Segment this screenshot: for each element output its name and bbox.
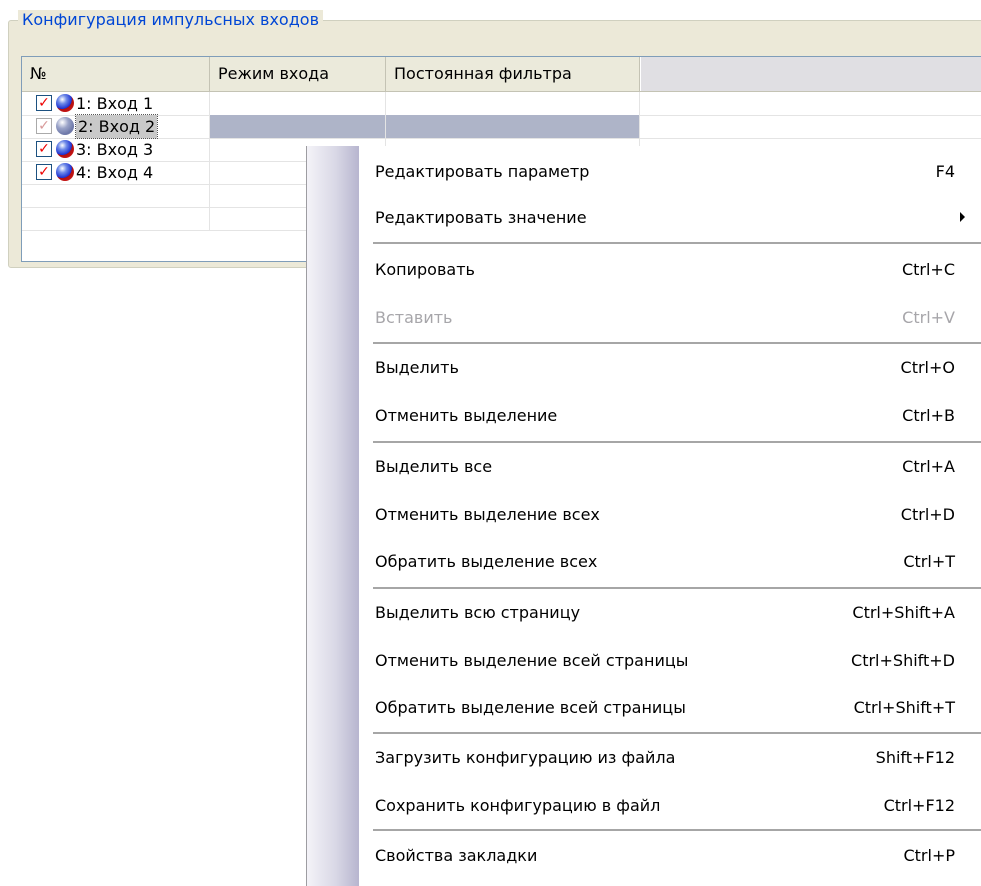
- input-status-ball-disabled-icon: [56, 117, 74, 135]
- row-label: 3: Вход 3: [76, 140, 154, 159]
- menu-item-shortcut: Ctrl+Shift+D: [851, 651, 955, 670]
- menu-item-label: Сохранить конфигурацию в файл: [375, 796, 661, 815]
- menu-item-label: Свойства закладки: [375, 846, 538, 865]
- submenu-arrow-icon: [960, 212, 965, 222]
- cell-mode[interactable]: [210, 92, 386, 115]
- menu-item-label: Обратить выделение всех: [375, 552, 598, 571]
- menu-item-edit-value[interactable]: Редактировать значение: [375, 194, 965, 242]
- menu-item-deselect[interactable]: Отменить выделение Ctrl+B: [375, 392, 955, 440]
- checkbox-checked-disabled-icon[interactable]: ✓: [36, 118, 52, 134]
- input-status-ball-icon: [56, 94, 74, 112]
- menu-item-select[interactable]: Выделить Ctrl+O: [375, 344, 955, 392]
- groupbox-title: Конфигурация импульсных входов: [18, 10, 323, 30]
- checkbox-checked-icon[interactable]: ✓: [36, 141, 52, 157]
- menu-item-deselect-all[interactable]: Отменить выделение всех Ctrl+D: [375, 491, 955, 539]
- menu-item-label: Выделить: [375, 358, 459, 377]
- row-label: 4: Вход 4: [76, 163, 154, 182]
- menu-item-edit-parameter[interactable]: Редактировать параметр F4: [375, 148, 955, 196]
- cell-number[interactable]: ✓ 3: Вход 3: [22, 138, 210, 161]
- menu-item-shortcut: Ctrl+F12: [883, 796, 955, 815]
- menu-item-select-all[interactable]: Выделить все Ctrl+A: [375, 443, 955, 491]
- table-row[interactable]: ✓ 2: Вход 2: [22, 114, 981, 139]
- context-menu: Редактировать параметр F4 Редактировать …: [306, 146, 981, 886]
- column-header-empty: [640, 57, 981, 91]
- grid-header: № Режим входа Постоянная фильтра: [22, 57, 981, 92]
- row-label: 1: Вход 1: [76, 94, 154, 113]
- menu-item-shortcut: F4: [935, 162, 955, 181]
- cell-filter[interactable]: [386, 92, 640, 115]
- menu-item-shortcut: Ctrl+O: [900, 358, 955, 377]
- row-label: 2: Вход 2: [74, 114, 159, 139]
- menu-item-invert-page[interactable]: Обратить выделение всей страницы Ctrl+Sh…: [375, 684, 955, 732]
- menu-item-label: Отменить выделение: [375, 406, 558, 425]
- menu-item-shortcut: Ctrl+Shift+A: [852, 603, 955, 622]
- menu-item-shortcut: Ctrl+B: [902, 406, 955, 425]
- menu-item-paste: Вставить Ctrl+V: [375, 294, 955, 342]
- menu-item-shortcut: Ctrl+T: [903, 552, 955, 571]
- menu-item-invert-all[interactable]: Обратить выделение всех Ctrl+T: [375, 538, 955, 586]
- menu-item-label: Выделить всю страницу: [375, 603, 581, 622]
- checkbox-checked-icon[interactable]: ✓: [36, 164, 52, 180]
- menu-item-load-config[interactable]: Загрузить конфигурацию из файла Shift+F1…: [375, 734, 955, 782]
- menu-item-label: Копировать: [375, 260, 475, 279]
- column-header-number[interactable]: №: [22, 57, 210, 91]
- menu-item-copy[interactable]: Копировать Ctrl+C: [375, 246, 955, 294]
- menu-item-save-config[interactable]: Сохранить конфигурацию в файл Ctrl+F12: [375, 782, 955, 830]
- menu-icon-strip: [307, 146, 359, 886]
- cell-filter[interactable]: [386, 115, 640, 138]
- menu-item-label: Вставить: [375, 308, 453, 327]
- menu-item-label: Редактировать значение: [375, 208, 587, 227]
- cell-number[interactable]: ✓ 2: Вход 2: [22, 114, 210, 139]
- input-status-ball-icon: [56, 140, 74, 158]
- menu-item-shortcut: Ctrl+P: [903, 846, 955, 865]
- menu-item-shortcut: Ctrl+D: [900, 505, 955, 524]
- menu-item-shortcut: Shift+F12: [875, 748, 955, 767]
- menu-item-shortcut: Ctrl+C: [901, 260, 955, 279]
- table-row[interactable]: ✓ 1: Вход 1: [22, 92, 981, 116]
- menu-item-label: Обратить выделение всей страницы: [375, 698, 686, 717]
- cell-empty: [22, 184, 210, 207]
- menu-item-label: Редактировать параметр: [375, 162, 590, 181]
- column-header-mode[interactable]: Режим входа: [210, 57, 386, 91]
- menu-item-label: Выделить все: [375, 457, 493, 476]
- cell-number[interactable]: ✓ 1: Вход 1: [22, 92, 210, 115]
- cell-empty: [22, 207, 210, 230]
- menu-item-label: Отменить выделение всей страницы: [375, 651, 689, 670]
- menu-separator: [373, 242, 981, 244]
- column-header-filter[interactable]: Постоянная фильтра: [386, 57, 640, 91]
- input-status-ball-icon: [56, 163, 74, 181]
- menu-separator: [373, 829, 981, 831]
- menu-item-tab-properties[interactable]: Свойства закладки Ctrl+P: [375, 832, 955, 880]
- menu-item-select-page[interactable]: Выделить всю страницу Ctrl+Shift+A: [375, 589, 955, 637]
- cell-number[interactable]: ✓ 4: Вход 4: [22, 161, 210, 184]
- menu-item-deselect-page[interactable]: Отменить выделение всей страницы Ctrl+Sh…: [375, 637, 955, 685]
- menu-item-label: Загрузить конфигурацию из файла: [375, 748, 676, 767]
- menu-item-shortcut: Ctrl+V: [902, 308, 955, 327]
- menu-item-shortcut: Ctrl+A: [902, 457, 955, 476]
- menu-item-label: Отменить выделение всех: [375, 505, 600, 524]
- menu-item-shortcut: Ctrl+Shift+T: [853, 698, 955, 717]
- checkbox-checked-icon[interactable]: ✓: [36, 95, 52, 111]
- cell-mode[interactable]: [210, 115, 386, 138]
